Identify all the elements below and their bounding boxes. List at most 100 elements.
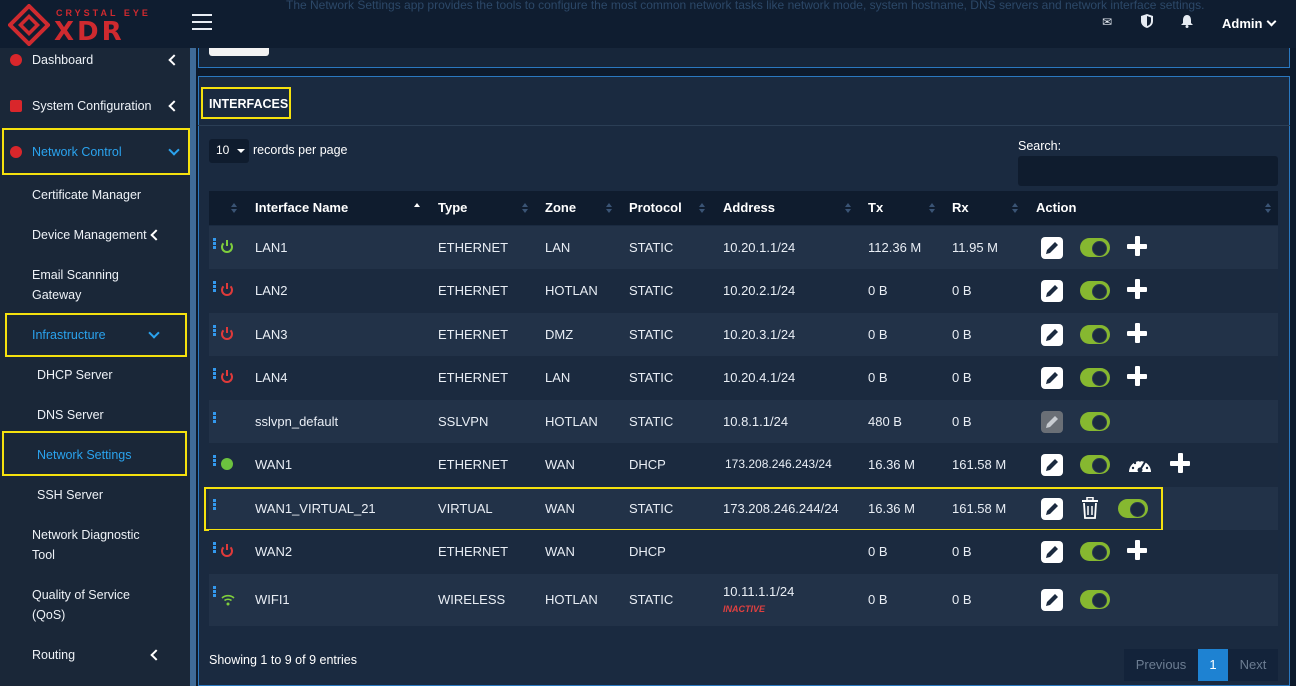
interface-name: LAN4 <box>255 370 288 385</box>
edit-icon[interactable] <box>1041 454 1063 476</box>
interface-name: LAN2 <box>255 283 288 298</box>
intro-panel-button[interactable] <box>209 48 269 56</box>
column-header-zone[interactable]: Zone <box>545 191 576 225</box>
column-header-interface-name[interactable]: Interface Name <box>255 191 348 225</box>
sort-icon[interactable] <box>1012 203 1018 213</box>
table-row[interactable]: LAN2 ETHERNET HOTLAN STATIC 10.20.2.1/24… <box>209 269 1278 313</box>
row-menu-icon[interactable] <box>213 411 216 423</box>
sort-icon[interactable] <box>606 203 612 213</box>
add-icon[interactable] <box>1127 366 1147 386</box>
sidebar-item-certificate-manager[interactable]: Certificate Manager <box>0 185 190 205</box>
shield-icon[interactable] <box>1139 14 1155 30</box>
interface-address: 10.20.1.1/24 <box>723 239 796 255</box>
sidebar-item-dashboard[interactable]: Dashboard <box>0 50 190 70</box>
sidebar-item-ssh-server[interactable]: SSH Server <box>0 485 190 505</box>
sort-icon[interactable] <box>522 203 528 213</box>
page-length-select[interactable]: 10 <box>209 139 249 163</box>
pagination-next[interactable]: Next <box>1228 649 1278 681</box>
edit-icon[interactable] <box>1041 280 1063 302</box>
column-header-type[interactable]: Type <box>438 191 467 225</box>
edit-icon[interactable] <box>1041 541 1063 563</box>
row-menu-icon[interactable] <box>213 324 216 336</box>
add-icon[interactable] <box>1127 540 1147 560</box>
column-header-tx[interactable]: Tx <box>868 191 883 225</box>
column-header-action[interactable]: Action <box>1036 191 1076 225</box>
column-header-rx[interactable]: Rx <box>952 191 969 225</box>
table-row[interactable]: WAN2 ETHERNET WAN DHCP 0 B 0 B <box>209 530 1278 574</box>
table-row[interactable]: LAN3 ETHERNET DMZ STATIC 10.20.3.1/24 0 … <box>209 312 1278 356</box>
interface-tx: 0 B <box>868 326 888 342</box>
interface-name: sslvpn_default <box>255 413 339 429</box>
add-icon[interactable] <box>1127 322 1147 343</box>
row-menu-icon[interactable] <box>213 542 216 553</box>
enable-toggle[interactable] <box>1080 411 1110 431</box>
pagination-page-1[interactable]: 1 <box>1198 649 1228 681</box>
table-header: Interface Name Type Zone Protocol Addres… <box>209 191 1278 225</box>
enable-toggle[interactable] <box>1080 281 1110 300</box>
column-header-protocol[interactable]: Protocol <box>629 191 682 225</box>
edit-icon[interactable] <box>1041 367 1063 389</box>
interface-name: WAN2 <box>255 544 293 559</box>
pagination-previous[interactable]: Previous <box>1124 649 1198 681</box>
interface-address: 10.20.4.1/24 <box>723 370 796 385</box>
row-menu-icon[interactable] <box>213 455 216 466</box>
sort-icon[interactable] <box>845 203 851 213</box>
add-icon[interactable] <box>1127 235 1147 256</box>
envelope-icon[interactable]: ✉ <box>1099 14 1115 30</box>
enable-toggle[interactable] <box>1080 237 1110 257</box>
interface-protocol: STATIC <box>629 239 674 255</box>
sort-icon[interactable] <box>929 203 935 213</box>
row-menu-icon[interactable] <box>213 237 216 249</box>
edit-icon[interactable] <box>1041 323 1063 346</box>
crystal-eye-logo[interactable]: CRYSTAL EYE XDR <box>8 4 158 46</box>
bell-icon[interactable] <box>1179 14 1195 30</box>
sidebar-item-email-scanning-gateway[interactable]: Email Scanning Gateway <box>0 265 190 305</box>
edit-icon[interactable] <box>1041 236 1063 259</box>
table-row[interactable]: sslvpn_default SSLVPN HOTLAN STATIC 10.8… <box>209 399 1278 443</box>
row-menu-icon[interactable] <box>213 585 216 597</box>
table-row[interactable]: WAN1 ETHERNET WAN DHCP 173.208.246.243/2… <box>209 443 1278 487</box>
sort-asc-icon[interactable] <box>414 203 420 213</box>
sidebar-item-device-management[interactable]: Device Management <box>0 225 190 245</box>
hamburger-menu-icon[interactable] <box>192 14 212 32</box>
sidebar-item-routing[interactable]: Routing <box>0 645 190 665</box>
sidebar-item-label: Tool <box>32 548 55 562</box>
search-input[interactable] <box>1018 156 1278 186</box>
interface-rx: 0 B <box>952 370 972 385</box>
sidebar-item-label: (QoS) <box>32 608 66 622</box>
edit-icon[interactable] <box>1041 588 1063 611</box>
enable-toggle[interactable] <box>1080 542 1110 561</box>
sidebar-item-label: System Configuration <box>32 99 152 113</box>
sidebar-item-network-diagnostic-tool[interactable]: Network Diagnostic Tool <box>0 525 190 565</box>
user-menu[interactable]: Admin <box>1222 16 1277 31</box>
sort-icon[interactable] <box>231 203 237 213</box>
table-row[interactable]: LAN1 ETHERNET LAN STATIC 10.20.1.1/24 11… <box>209 225 1278 269</box>
sidebar-item-dhcp-server[interactable]: DHCP Server <box>0 365 190 385</box>
row-menu-icon[interactable] <box>213 368 216 379</box>
highlight-box <box>201 87 291 119</box>
add-icon[interactable] <box>1127 279 1147 299</box>
table-row[interactable]: LAN4 ETHERNET LAN STATIC 10.20.4.1/24 0 … <box>209 356 1278 400</box>
column-header-address[interactable]: Address <box>723 191 775 225</box>
sidebar-item-system-configuration[interactable]: System Configuration <box>0 96 190 116</box>
power-off-icon <box>221 283 233 296</box>
enable-toggle[interactable] <box>1080 589 1110 609</box>
app-intro-text: The Network Settings app provides the to… <box>286 0 1205 12</box>
highlight-box <box>204 487 1163 531</box>
sidebar-item-label: DNS Server <box>37 408 104 422</box>
enable-toggle[interactable] <box>1080 324 1110 344</box>
add-icon[interactable] <box>1170 453 1190 473</box>
sidebar-item-dns-server[interactable]: DNS Server <box>0 405 190 425</box>
enable-toggle[interactable] <box>1080 368 1110 387</box>
enable-toggle[interactable] <box>1080 455 1110 474</box>
sort-icon[interactable] <box>699 203 705 213</box>
speedometer-icon[interactable] <box>1127 454 1153 476</box>
interface-address: 10.20.3.1/24 <box>723 326 796 342</box>
table-row[interactable]: WIFI1 WIRELESS HOTLAN STATIC 10.11.1.1/2… <box>209 573 1278 626</box>
intro-panel <box>198 48 1290 68</box>
sort-icon[interactable] <box>1265 203 1271 213</box>
row-menu-icon[interactable] <box>213 281 216 292</box>
interface-tx: 112.36 M <box>868 239 922 255</box>
sidebar-item-quality-of-service[interactable]: Quality of Service (QoS) <box>0 585 190 625</box>
interface-rx: 161.58 M <box>952 457 1007 472</box>
